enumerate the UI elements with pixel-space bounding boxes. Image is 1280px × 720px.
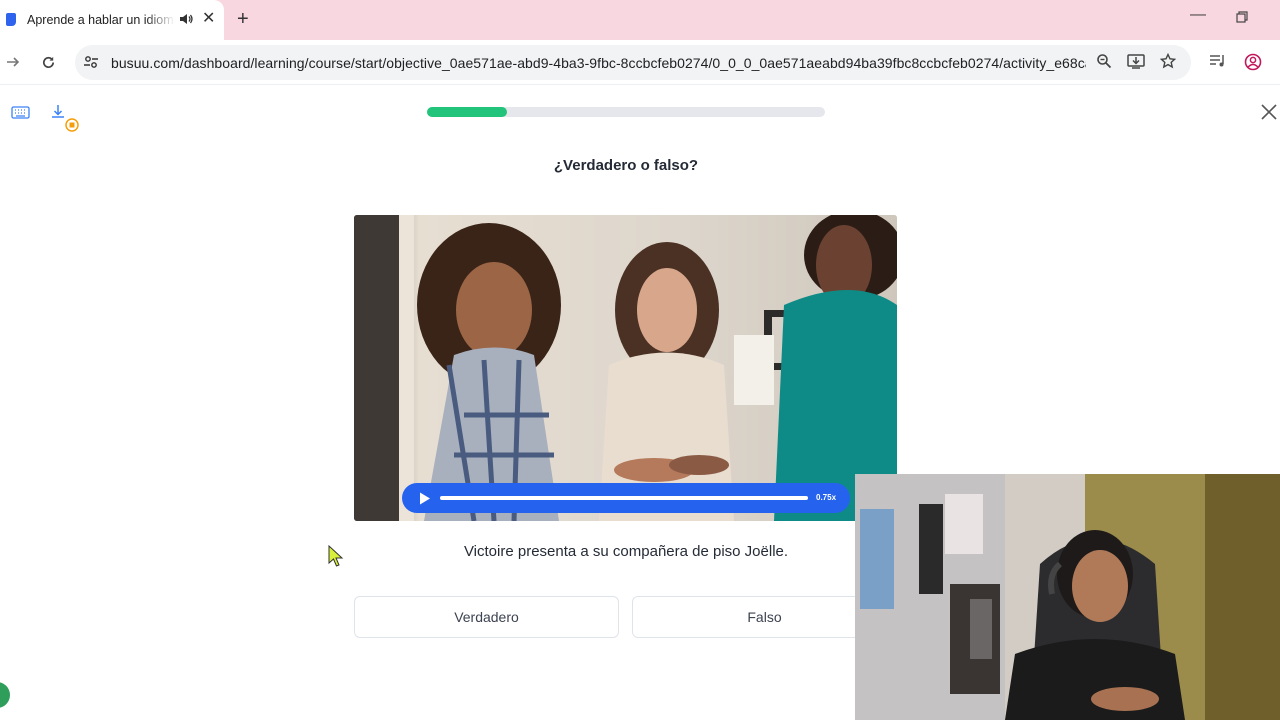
bookmark-star-icon[interactable]	[1159, 52, 1177, 74]
lesson-progress-fill	[427, 107, 507, 117]
close-lesson-icon[interactable]	[1260, 103, 1278, 126]
browser-toolbar: busuu.com/dashboard/learning/course/star…	[0, 40, 1280, 85]
install-app-icon[interactable]	[1127, 53, 1145, 74]
close-tab-icon[interactable]: ✕	[202, 11, 215, 27]
zoom-icon[interactable]	[1096, 53, 1112, 74]
lesson-photo-illustration	[354, 215, 897, 521]
browser-tab[interactable]: Aprende a hablar un idioma ✕	[0, 0, 224, 40]
profile-avatar-icon[interactable]	[1244, 53, 1262, 76]
restore-window-icon[interactable]	[1236, 10, 1248, 26]
playback-speed[interactable]: 0.75x	[816, 493, 836, 502]
play-icon[interactable]	[419, 492, 431, 510]
minimize-window-icon[interactable]: —	[1190, 6, 1206, 24]
audio-playing-icon[interactable]	[179, 12, 193, 31]
download-icon[interactable]	[50, 103, 82, 140]
tab-strip: Aprende a hablar un idioma ✕ + —	[0, 0, 1280, 40]
true-button[interactable]: Verdadero	[354, 596, 619, 638]
reload-icon[interactable]	[38, 52, 58, 72]
site-settings-icon[interactable]	[83, 54, 99, 75]
audio-seek-bar[interactable]	[440, 496, 808, 500]
address-bar[interactable]: busuu.com/dashboard/learning/course/star…	[75, 45, 1191, 80]
url-text: busuu.com/dashboard/learning/course/star…	[111, 55, 1086, 71]
new-tab-icon[interactable]: +	[237, 9, 249, 29]
lesson-photo	[354, 215, 897, 521]
webcam-overlay	[855, 474, 1280, 720]
help-chat-bubble[interactable]	[0, 682, 10, 708]
webcam-illustration	[855, 474, 1280, 720]
media-controls-icon[interactable]	[1209, 53, 1227, 74]
forward-icon[interactable]	[3, 52, 23, 72]
busuu-favicon-icon	[6, 13, 16, 26]
keyboard-icon[interactable]	[11, 104, 30, 125]
mouse-cursor-icon	[328, 544, 344, 572]
question-title: ¿Verdadero o falso?	[553, 157, 699, 174]
audio-player[interactable]: 0.75x	[402, 483, 850, 513]
tab-title: Aprende a hablar un idioma	[27, 13, 175, 27]
lesson-progress-bar	[427, 107, 825, 117]
